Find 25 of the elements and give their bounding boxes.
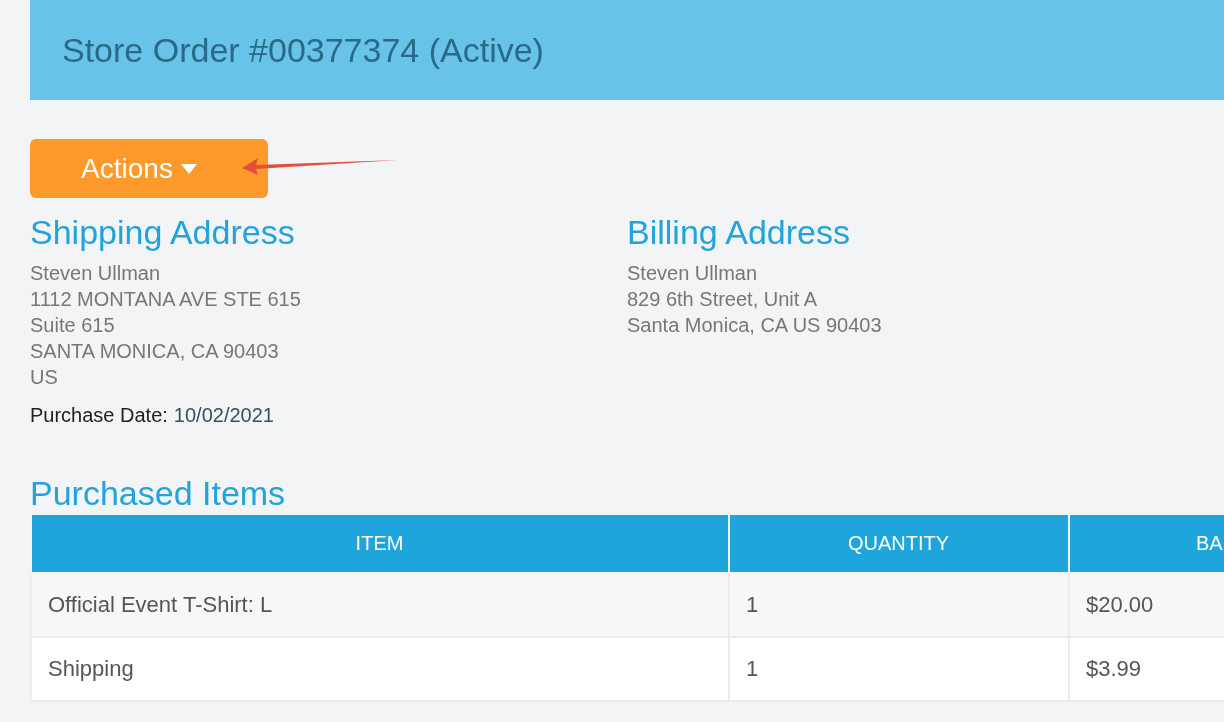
table-cell: $20.00 [1069,573,1224,637]
table-cell: Official Event T-Shirt: L [31,573,729,637]
address-line: 829 6th Street, Unit A [627,287,819,312]
address-line: Santa Monica, CA US 90403 [627,313,883,338]
actions-button[interactable]: Actions [30,139,268,198]
address-line: Steven Ullman [30,261,162,286]
address-line: Suite 615 [30,313,116,338]
column-header: ITEM [31,515,729,573]
section-heading: Billing Address [627,212,851,252]
address-line: US [30,365,59,390]
address-line: Steven Ullman [627,261,759,286]
caret-icon [180,163,197,174]
table-cell: 1 [729,637,1069,701]
section-heading: Purchased Items [30,473,287,513]
table-cell: Shipping [31,637,729,701]
section-heading: Shipping Address [30,212,296,252]
table-cell: $3.99 [1069,637,1224,701]
page-title: Store Order #00377374 (Active) [62,30,544,70]
address-line: SANTA MONICA, CA 90403 [30,339,280,364]
date-value: 10/02/2021 [173,404,274,427]
address-line: 1112 MONTANA AVE STE 615 [30,287,302,312]
column-header: BA [1069,515,1224,573]
column-header: QUANTITY [729,515,1069,573]
date-label: Purchase Date: [30,404,168,427]
table-cell: 1 [729,573,1069,637]
